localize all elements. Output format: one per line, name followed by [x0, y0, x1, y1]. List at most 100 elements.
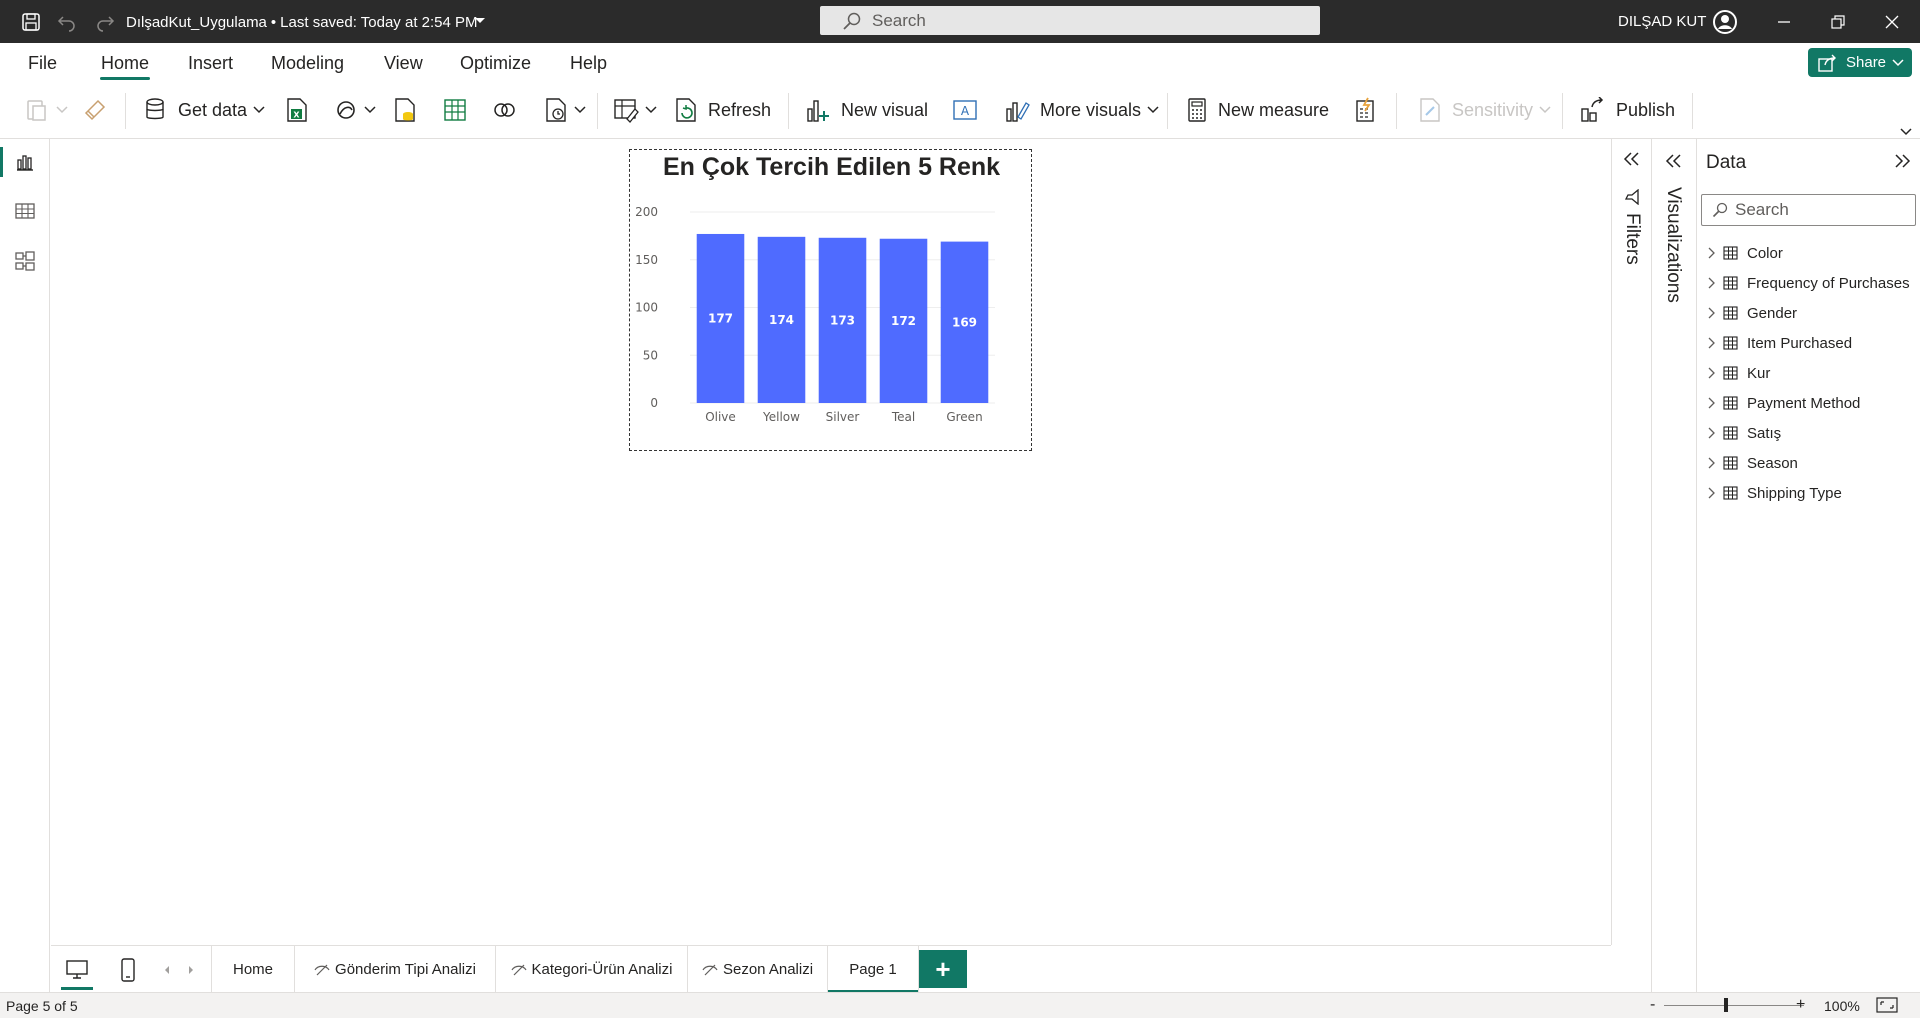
new-visual-button[interactable]: New visual: [805, 95, 928, 125]
zoom-slider[interactable]: [1664, 1005, 1804, 1006]
data-table-item[interactable]: Gender: [1707, 301, 1797, 325]
quick-measure-button[interactable]: [1354, 95, 1378, 125]
data-table-item[interactable]: Item Purchased: [1707, 331, 1852, 355]
data-table-item[interactable]: Season: [1707, 451, 1798, 475]
data-table-item[interactable]: Kur: [1707, 361, 1770, 385]
tab-insert[interactable]: Insert: [188, 53, 233, 74]
sensitivity-icon: [1418, 97, 1442, 123]
tab-view[interactable]: View: [384, 53, 423, 74]
dataverse-button[interactable]: [492, 95, 518, 125]
data-table-name: Kur: [1747, 364, 1771, 382]
ribbon-divider: [1692, 93, 1693, 129]
dataverse-icon: [492, 97, 518, 123]
onelake-hub-button[interactable]: [334, 95, 376, 125]
refresh-button[interactable]: Refresh: [674, 95, 771, 125]
caret-down-icon[interactable]: [474, 16, 486, 26]
chevron-right-icon[interactable]: [1707, 397, 1719, 409]
excel-icon: X: [285, 97, 309, 123]
more-visuals-button[interactable]: More visuals: [1004, 95, 1159, 125]
tab-help[interactable]: Help: [570, 53, 607, 74]
bar-chart-svg: 0 50 100 150 200 177 Olive 174 Yellow 173 Silver 17…: [635, 205, 995, 424]
excel-workbook-button[interactable]: X: [285, 95, 309, 125]
global-search-box[interactable]: Search: [820, 6, 1320, 35]
add-page-button[interactable]: +: [919, 950, 967, 988]
visualizations-label[interactable]: Visualizations: [1662, 187, 1684, 303]
redo-icon[interactable]: [94, 11, 116, 33]
database-icon: [144, 97, 168, 123]
close-icon[interactable]: [1880, 10, 1904, 34]
get-data-button[interactable]: Get data: [144, 95, 265, 125]
share-button[interactable]: Share: [1808, 48, 1912, 77]
text-box-button[interactable]: A: [952, 95, 978, 125]
table-icon: [1723, 336, 1738, 350]
paste-button[interactable]: [24, 95, 68, 125]
filters-pane[interactable]: Filters: [1611, 139, 1651, 945]
page-tab[interactable]: Home: [211, 946, 294, 993]
report-view-button[interactable]: [0, 142, 50, 182]
tab-home[interactable]: Home: [101, 53, 149, 74]
chevron-right-icon[interactable]: [1707, 457, 1719, 469]
chevron-right-icon[interactable]: [1707, 427, 1719, 439]
desktop-layout-button[interactable]: [51, 946, 103, 993]
avatar-icon[interactable]: [1712, 9, 1738, 35]
share-label: Share: [1846, 54, 1887, 71]
user-name[interactable]: DILŞAD KUT: [1618, 13, 1706, 30]
minimize-icon[interactable]: [1772, 10, 1796, 34]
data-table-item[interactable]: Frequency of Purchases: [1707, 271, 1910, 295]
bar-chart-visual[interactable]: En Çok Tercih Edilen 5 Renk 0 50 100 150 200…: [629, 149, 1032, 451]
page-tab-label: Sezon Analizi: [722, 961, 814, 978]
fit-to-page-icon[interactable]: [1876, 997, 1898, 1013]
format-painter-button[interactable]: [82, 95, 108, 125]
bar-data-label: 169: [952, 315, 977, 329]
chevron-right-icon[interactable]: [1707, 337, 1719, 349]
save-icon[interactable]: [20, 11, 42, 33]
chevron-right-icon[interactable]: [1707, 277, 1719, 289]
restore-icon[interactable]: [1826, 10, 1850, 34]
table-view-button[interactable]: [0, 191, 50, 231]
mobile-layout-button[interactable]: [103, 946, 153, 993]
tab-optimize[interactable]: Optimize: [460, 53, 531, 74]
document-title[interactable]: DılşadKut_Uygulama • Last saved: Today at …: [126, 14, 478, 31]
data-search-input[interactable]: Search: [1701, 194, 1916, 226]
page-tab[interactable]: Kategori-Ürün Analizi: [495, 946, 687, 993]
chevron-right-icon[interactable]: [1707, 487, 1719, 499]
scroll-tabs-left-button[interactable]: [157, 946, 177, 993]
data-table-item[interactable]: Shipping Type: [1707, 481, 1842, 505]
recent-sources-button[interactable]: [544, 95, 586, 125]
filters-label[interactable]: Filters: [1621, 213, 1643, 265]
collapse-data-pane-icon[interactable]: [1893, 153, 1911, 169]
publish-button[interactable]: Publish: [1580, 95, 1675, 125]
enter-data-button[interactable]: [443, 95, 467, 125]
page-tab[interactable]: Sezon Analizi: [687, 946, 827, 993]
page-tab[interactable]: Gönderim Tipi Analizi: [294, 946, 495, 993]
sensitivity-button[interactable]: Sensitivity: [1418, 95, 1551, 125]
zoom-slider-thumb[interactable]: [1724, 998, 1728, 1012]
scroll-tabs-right-button[interactable]: [181, 946, 201, 993]
zoom-out-button[interactable]: -: [1650, 996, 1655, 1014]
chevron-right-icon[interactable]: [1707, 247, 1719, 259]
sql-server-button[interactable]: [393, 95, 417, 125]
data-table-item[interactable]: Satış: [1707, 421, 1781, 445]
data-table-item[interactable]: Payment Method: [1707, 391, 1860, 415]
get-data-label: Get data: [178, 99, 248, 120]
expand-visualizations-icon[interactable]: [1665, 153, 1683, 169]
visualizations-pane[interactable]: Visualizations: [1651, 139, 1696, 992]
transform-data-button[interactable]: [613, 95, 657, 125]
data-search-placeholder: Search: [1735, 200, 1789, 219]
data-table-name: Satış: [1747, 424, 1782, 442]
table-icon: [1723, 456, 1738, 470]
chevron-right-icon[interactable]: [1707, 367, 1719, 379]
new-measure-button[interactable]: New measure: [1186, 95, 1329, 125]
chevron-down-icon: [1900, 128, 1912, 136]
tab-modeling[interactable]: Modeling: [271, 53, 344, 74]
view-switcher-rail: [0, 139, 50, 992]
zoom-in-button[interactable]: +: [1796, 996, 1805, 1014]
page-tab[interactable]: Page 1: [827, 946, 919, 993]
expand-filters-icon[interactable]: [1623, 151, 1641, 167]
chevron-right-icon[interactable]: [1707, 307, 1719, 319]
tab-file[interactable]: File: [28, 53, 57, 74]
data-table-item[interactable]: Color: [1707, 241, 1783, 265]
undo-icon[interactable]: [56, 11, 78, 33]
model-view-button[interactable]: [0, 241, 50, 281]
recent-sources-icon: [544, 97, 568, 123]
